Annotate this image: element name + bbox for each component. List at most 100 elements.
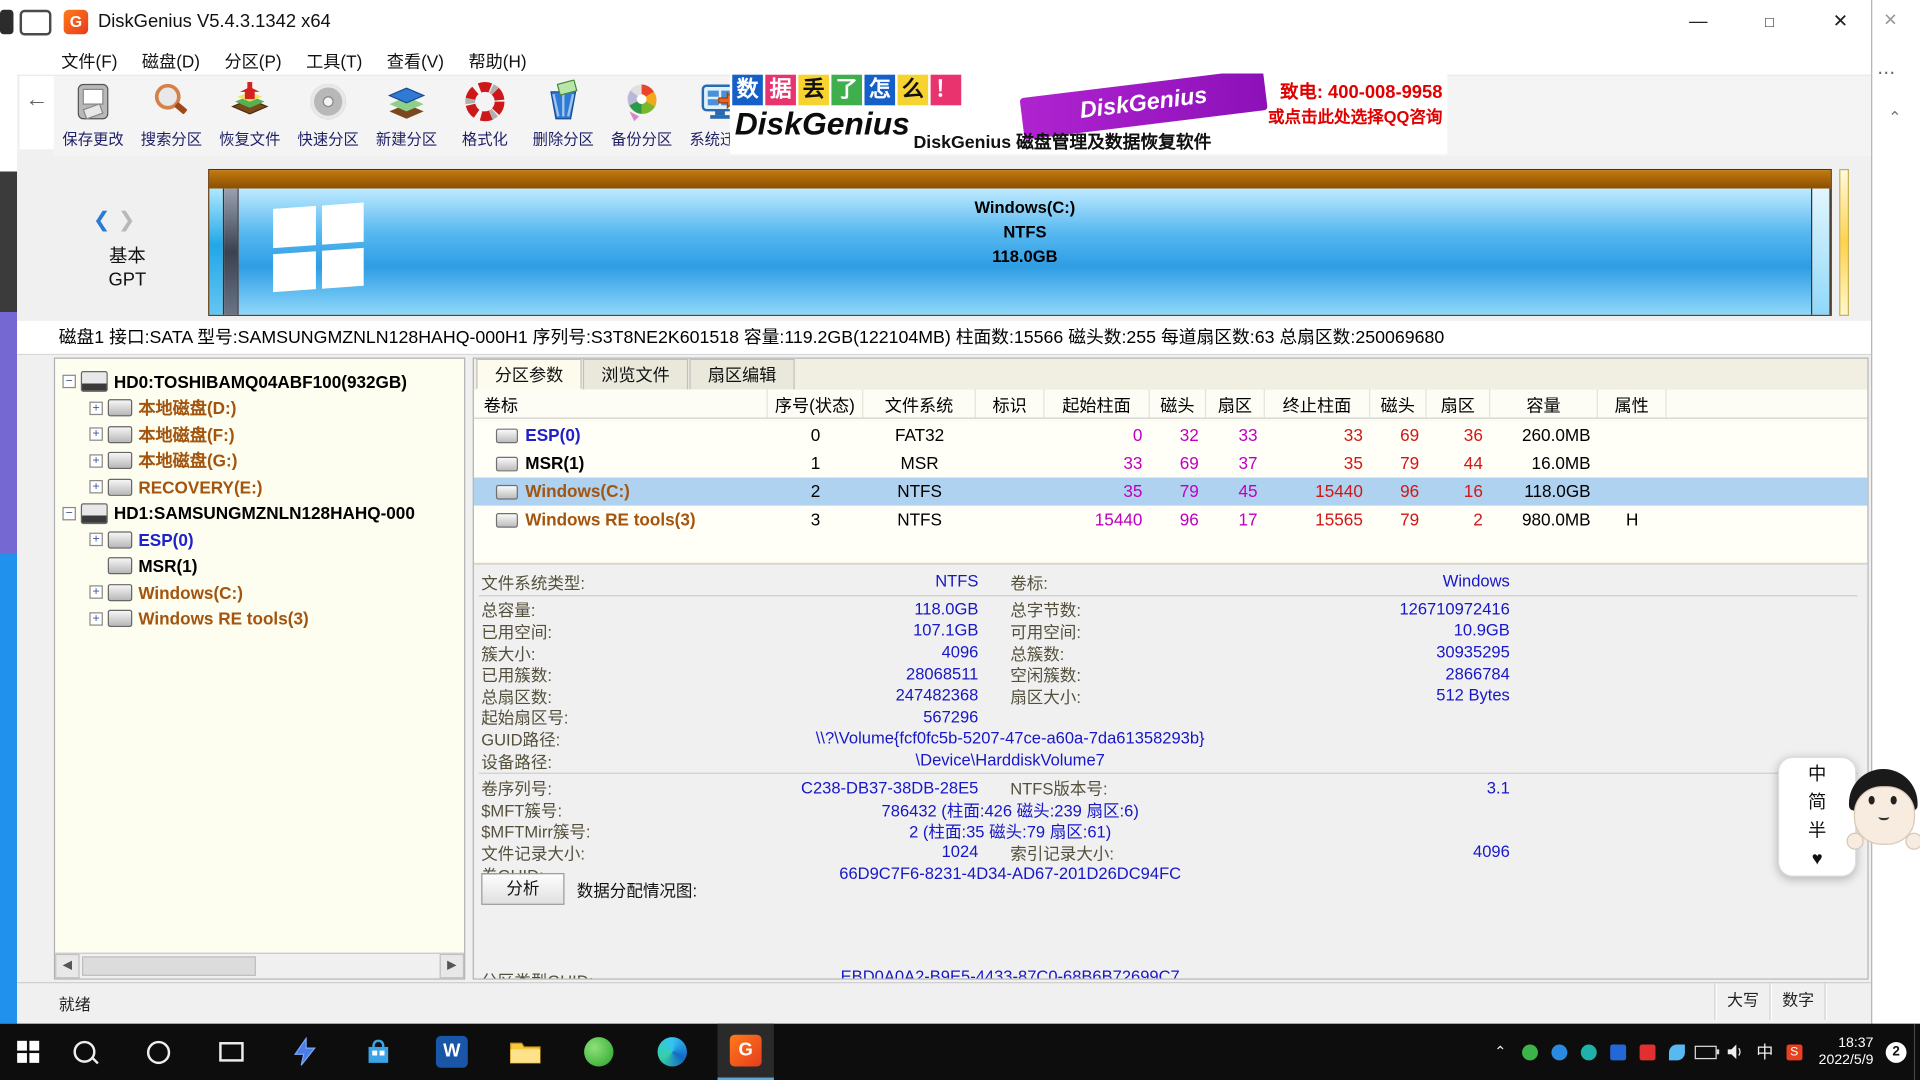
col-header[interactable]: 序号(状态) [768,389,864,417]
tree-item[interactable]: + Windows RE tools(3) [55,606,464,632]
col-header[interactable]: 属性 [1598,389,1667,417]
maximize-button[interactable]: □ [1749,5,1791,39]
tray-green-icon[interactable] [1515,1024,1544,1080]
col-header[interactable]: 磁头 [1370,389,1426,417]
promo-banner[interactable]: 数据丢了怎么！ DiskGenius DiskGenius 致电: 400-00… [730,73,1448,154]
toolbar-button-delete-partition[interactable]: 删除分区 [524,76,602,154]
battery-icon[interactable] [1691,1024,1720,1080]
sogou-icon[interactable]: S [1779,1024,1808,1080]
toolbar-button-format[interactable]: 格式化 [446,76,524,154]
ime-status-item[interactable]: 简 [1808,789,1826,816]
tray-chevron-icon[interactable]: ⌃ [1486,1024,1515,1080]
partition-table-row[interactable]: Windows(C:) 2 NTFS 35 79 45 15440 96 16 … [474,478,1867,506]
tray-blue-square-icon[interactable] [1603,1024,1632,1080]
tree-expander-icon[interactable]: + [89,533,102,546]
analyze-button[interactable]: 分析 [481,873,564,905]
tree-item[interactable]: − HD0:TOSHIBAMQ04ABF100(932GB) [55,369,464,395]
menu-item[interactable]: 帮助(H) [456,45,539,77]
col-header[interactable]: 卷标 [474,389,768,417]
tree-expander-icon[interactable]: + [89,612,102,625]
close-button[interactable]: ✕ [1820,5,1862,39]
partition-table-row[interactable]: ESP(0) 0 FAT32 0 32 33 33 69 36 260.0MB [474,421,1867,449]
toolbar-button-recover-files[interactable]: 恢复文件 [211,76,289,154]
tree-horizontal-scrollbar[interactable]: ◀ ▶ [55,953,464,979]
tree-expander-icon[interactable]: + [89,480,102,493]
task-view-button[interactable] [203,1024,259,1080]
tray-teal-icon[interactable] [1574,1024,1603,1080]
start-button[interactable] [0,1024,56,1080]
banner-qq-link[interactable]: 或点击此处选择QQ咨询 [1268,103,1443,127]
menu-item[interactable]: 磁盘(D) [130,45,213,77]
diskgenius-taskbar-button[interactable]: G [718,1024,774,1080]
tree-expander-icon[interactable]: + [89,428,102,441]
tray-snowflake-icon[interactable] [1662,1024,1691,1080]
minimize-button[interactable]: — [1678,5,1720,39]
green-browser-button[interactable] [571,1024,627,1080]
scroll-left-icon[interactable]: ◀ [55,954,79,978]
notification-badge[interactable]: 2 [1886,1041,1907,1062]
tree-expander-icon[interactable]: + [89,401,102,414]
show-desktop-button[interactable] [1914,1024,1920,1080]
toolbar-button-backup-partition[interactable]: 备份分区 [602,76,680,154]
tray-red-icon[interactable] [1633,1024,1662,1080]
tab-browse-files[interactable]: 浏览文件 [583,359,688,390]
tab-sector-edit[interactable]: 扇区编辑 [689,359,794,390]
partition-block-windows-c[interactable]: Windows(C:) NTFS 118.0GB [239,189,1812,315]
partition-table-row[interactable]: MSR(1) 1 MSR 33 69 37 35 79 44 16.0MB [474,449,1867,477]
search-button[interactable] [56,1024,112,1080]
menu-item[interactable]: 分区(P) [212,45,294,77]
pinned-app-1[interactable] [277,1024,333,1080]
tree-item[interactable]: + Windows(C:) [55,579,464,605]
ime-indicator[interactable]: 中 [1750,1024,1779,1080]
toolbar-button-new-partition[interactable]: 新建分区 [367,76,445,154]
next-disk-icon[interactable]: ❯ [118,208,135,231]
file-explorer-button[interactable] [497,1024,553,1080]
scroll-right-icon[interactable]: ▶ [440,954,464,978]
scrollbar-track[interactable] [80,954,440,978]
col-header[interactable]: 文件系统 [863,389,976,417]
tray-blue-circle-icon[interactable] [1544,1024,1573,1080]
volume-icon[interactable] [1721,1024,1750,1080]
menu-item[interactable]: 文件(F) [49,45,130,77]
edge-button[interactable] [644,1024,700,1080]
tree-item[interactable]: + RECOVERY(E:) [55,474,464,500]
toolbar-button-search-partition[interactable]: 搜索分区 [132,76,210,154]
col-header[interactable]: 标识 [976,389,1045,417]
ime-status-item[interactable]: 半 [1808,817,1826,844]
tree-item[interactable]: − HD1:SAMSUNGMZNLN128HAHQ-000 [55,500,464,526]
partition-block-re-tools[interactable] [1812,189,1830,315]
taskbar-clock[interactable]: 18:37 2022/5/9 [1819,1035,1874,1069]
tree-item[interactable]: + 本地磁盘(D:) [55,395,464,421]
tree-expander-icon[interactable]: − [62,507,75,520]
menu-item[interactable]: 工具(T) [294,45,375,77]
tree-item[interactable]: + 本地磁盘(G:) [55,448,464,474]
cortana-button[interactable] [130,1024,186,1080]
partition-block-esp[interactable] [209,189,224,315]
partition-block-msr[interactable] [224,189,239,315]
chevron-up-icon[interactable]: ⌃ [1888,108,1901,128]
col-header[interactable]: 扇区 [1427,389,1491,417]
prev-disk-icon[interactable]: ❮ [93,208,110,231]
disk-nav-arrows[interactable]: ❮❯ [93,208,135,232]
col-header[interactable]: 扇区 [1206,389,1265,417]
tree-item[interactable]: MSR(1) [55,553,464,579]
toolbar-button-save-changes[interactable]: 保存更改 [54,76,132,154]
tree-item[interactable]: + ESP(0) [55,527,464,553]
partition-table-row[interactable]: Windows RE tools(3) 3 NTFS 15440 96 17 1… [474,506,1867,534]
ime-status-item[interactable]: ♥ [1812,846,1823,873]
toolbar-button-quick-partition[interactable]: 快速分区 [289,76,367,154]
ime-status-item[interactable]: 中 [1808,761,1826,788]
more-options-icon[interactable]: ⋯ [1877,61,1897,83]
tree-expander-icon[interactable]: − [62,375,75,388]
tab-partition-parameters[interactable]: 分区参数 [476,359,581,390]
word-button[interactable]: W [424,1024,480,1080]
col-header[interactable]: 容量 [1490,389,1598,417]
tree-expander-icon[interactable]: + [89,586,102,599]
background-close-icon[interactable]: ✕ [1883,10,1897,31]
col-header[interactable]: 终止柱面 [1265,389,1370,417]
menu-item[interactable]: 查看(V) [375,45,457,77]
scrollbar-thumb[interactable] [82,956,256,976]
col-header[interactable]: 磁头 [1150,389,1206,417]
tree-expander-icon[interactable]: + [89,454,102,467]
store-button[interactable] [350,1024,406,1080]
